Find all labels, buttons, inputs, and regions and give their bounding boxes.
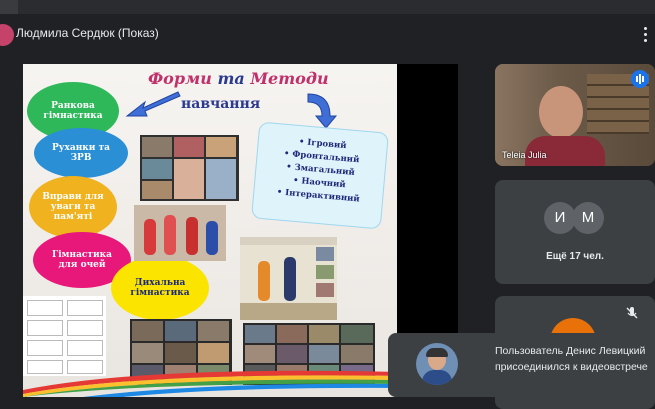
form-bubble-breathing: Дихальна гімнастика — [111, 256, 209, 320]
form-bubble-warmups: Руханки та ЗРВ — [34, 128, 128, 178]
more-participants-count: Ещё 17 чел. — [546, 251, 604, 262]
speaker-video-tile[interactable]: Teleia Julia — [495, 64, 655, 166]
slide-subtitle: навчання — [181, 96, 261, 112]
slide-title-word-3: Методи — [250, 69, 329, 88]
rainbow-decoration — [23, 370, 397, 397]
tab-left-stub[interactable] — [0, 0, 18, 14]
browser-top-strip — [0, 0, 655, 14]
participant-avatar: М — [572, 202, 604, 234]
right-arrow-icon — [307, 93, 338, 129]
kids-exercise-photo — [134, 205, 226, 261]
join-notification: Пользователь Денис Левицкий присоединилс… — [388, 333, 655, 397]
mic-off-icon — [625, 306, 639, 320]
form-bubble-attention: Вправи для уваги та пам'яті — [29, 176, 117, 238]
video-call-collage-photo — [140, 135, 239, 201]
speaker-name: Teleia Julia — [502, 150, 547, 160]
slide-title-word-2: та — [211, 69, 251, 88]
speaking-indicator-icon — [631, 70, 649, 88]
more-participants-tile[interactable]: И М Ещё 17 чел. — [495, 180, 655, 284]
presenter-avatar — [0, 24, 14, 46]
left-arrow-icon — [125, 91, 181, 117]
joined-user-avatar — [416, 343, 458, 385]
presentation-header: Людмила Сердюк (Показ) — [0, 20, 655, 48]
join-notification-text: Пользователь Денис Левицкий присоединилс… — [495, 345, 648, 373]
presenter-label: Людмила Сердюк (Показ) — [16, 26, 159, 40]
presentation-slide: Форми та Методи навчання Ранкова гімнаст… — [23, 64, 397, 397]
more-options-icon[interactable] — [638, 24, 652, 44]
exercise-video-photo — [240, 237, 337, 320]
methods-card: Ігровий Фронтальний Змагальний Наочний І… — [251, 121, 389, 230]
